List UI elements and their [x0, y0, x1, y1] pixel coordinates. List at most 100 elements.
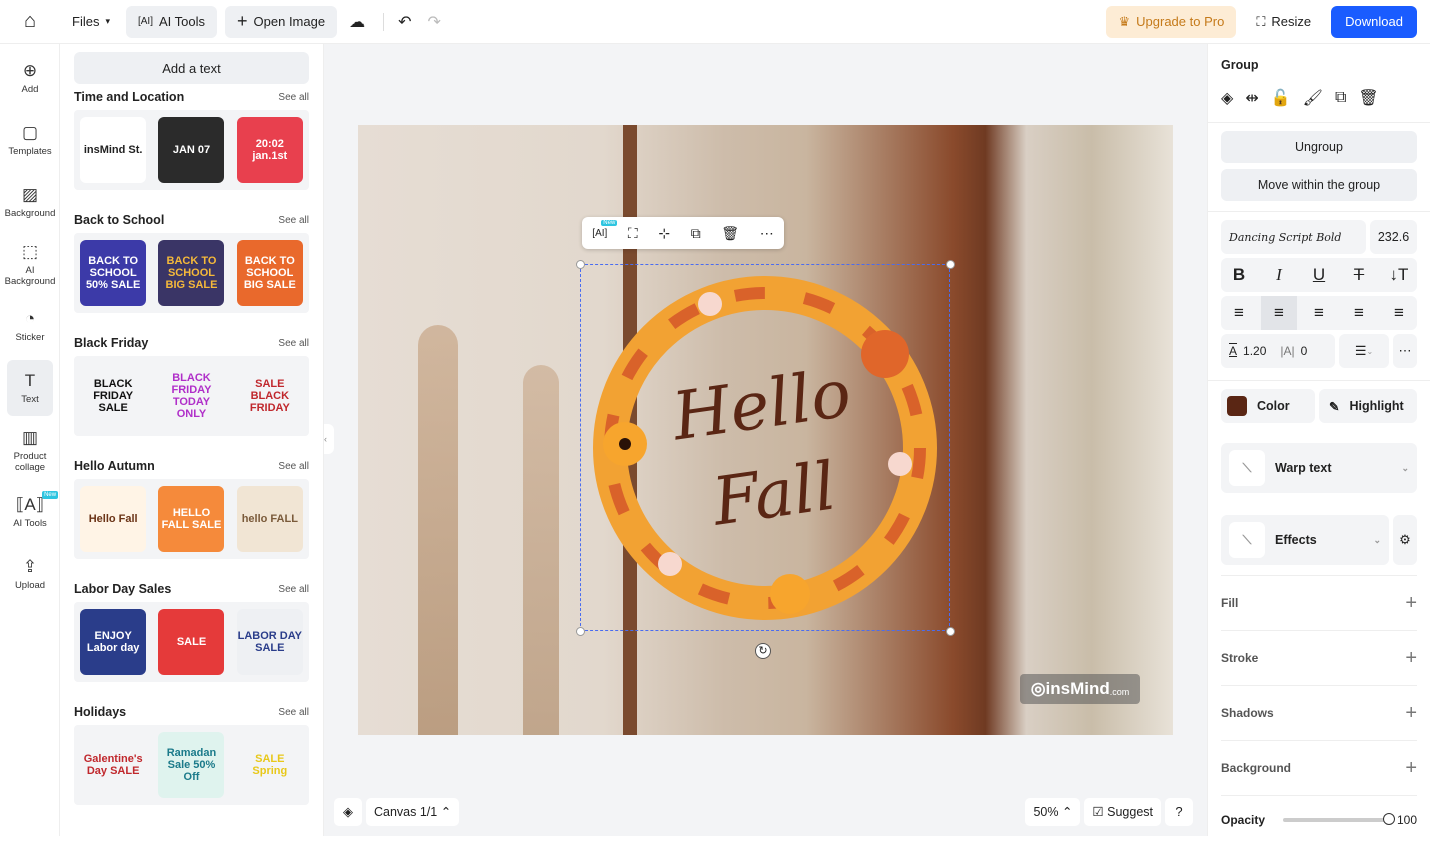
text-template-thumbnail[interactable]: HELLO FALL SALE [158, 486, 225, 552]
effects-select[interactable]: ⟍ Effects ⌄ [1221, 515, 1389, 565]
justify-icon[interactable]: ≡ [1341, 296, 1377, 330]
list-select[interactable]: ☰ ⌄ [1339, 334, 1389, 368]
text-template-thumbnail[interactable]: JAN 07 [158, 117, 225, 183]
delete-icon[interactable]: 🗑 [721, 225, 739, 242]
more-icon[interactable]: ⋯ [760, 225, 774, 242]
effects-settings-icon[interactable]: ⚙ [1393, 515, 1417, 565]
lock-icon[interactable]: 🔓 [1271, 88, 1291, 108]
vertical-text-icon[interactable]: ↓T [1381, 258, 1417, 292]
layers-icon[interactable]: ◈ [1221, 88, 1233, 108]
see-all-link[interactable]: See all [278, 461, 309, 472]
text-template-thumbnail[interactable]: Galentine's Day SALE [80, 732, 147, 798]
open-image-button[interactable]: + Open Image [225, 5, 338, 38]
text-template-thumbnail[interactable]: Ramadan Sale 50% Off [158, 732, 225, 798]
canvas-image[interactable]: Hello Fall ↻ [AI] New ⛶ ⊹ ⧉ 🗑 ⋯ ◎ insMind.… [358, 125, 1173, 735]
fill-section[interactable]: Fill + [1221, 575, 1417, 630]
layers-icon[interactable]: ◈ [334, 798, 362, 826]
text-template-thumbnail[interactable]: ENJOY Labor day [80, 609, 147, 675]
files-menu[interactable]: Files ▾ [60, 6, 122, 38]
see-all-link[interactable]: See all [278, 92, 309, 103]
rail-item-product-collage[interactable]: ▥ Product collage [7, 422, 53, 478]
upgrade-button[interactable]: ♛ Upgrade to Pro [1106, 5, 1237, 38]
add-fill-icon[interactable]: + [1405, 592, 1417, 615]
rail-item-ai-background[interactable]: ⬚ AI Background [5, 236, 56, 292]
strikethrough-icon[interactable]: T [1341, 258, 1377, 292]
font-family-select[interactable]: Dancing Script Bold [1221, 220, 1366, 254]
text-template-thumbnail[interactable]: hello FALL [236, 486, 303, 552]
duplicate-icon[interactable]: ⧉ [691, 225, 701, 242]
opacity-slider[interactable] [1283, 812, 1395, 825]
add-text-button[interactable]: Add a text [74, 52, 309, 84]
page-selector[interactable]: Canvas 1/1 ⌃ [366, 798, 460, 826]
text-template-thumbnail[interactable]: 20:02 jan.1st [236, 117, 303, 183]
text-template-thumbnail[interactable]: BLACK FRIDAY SALE [80, 363, 147, 429]
flip-icon[interactable]: ⇹ [1245, 88, 1258, 108]
text-template-thumbnail[interactable]: BACK TO SCHOOL BIG SALE [236, 240, 303, 306]
justify-all-icon[interactable]: ≡ [1381, 296, 1417, 330]
help-button[interactable]: ? [1165, 798, 1193, 826]
select-icon[interactable]: ⊹ [658, 225, 670, 242]
line-height-value[interactable]: 1.20 [1243, 344, 1266, 358]
highlight-button[interactable]: ✎ Highlight [1319, 389, 1417, 423]
align-center-icon[interactable]: ≡ [1261, 296, 1297, 330]
resize-handle[interactable] [576, 627, 585, 636]
resize-handle[interactable] [946, 627, 955, 636]
see-all-link[interactable]: See all [278, 215, 309, 226]
rail-item-sticker[interactable]: ◔ Sticker [7, 298, 53, 354]
opacity-slider-knob[interactable] [1382, 812, 1395, 825]
add-shadow-icon[interactable]: + [1405, 702, 1417, 725]
collapse-panel-handle[interactable]: ‹ [324, 424, 334, 454]
rail-item-upload[interactable]: ⇪ Upload [7, 546, 53, 602]
suggest-button[interactable]: ☑ Suggest [1084, 798, 1161, 826]
rail-item-ai-tools[interactable]: ⟦A⟧ New AI Tools [7, 484, 59, 540]
rotate-handle-icon[interactable]: ↻ [755, 643, 771, 659]
rail-item-add[interactable]: ⊕ Add [7, 50, 53, 106]
see-all-link[interactable]: See all [278, 584, 309, 595]
download-button[interactable]: Download [1331, 5, 1417, 38]
text-template-thumbnail[interactable]: SALE BLACK FRIDAY [236, 363, 303, 429]
ungroup-button[interactable]: Ungroup [1221, 131, 1417, 163]
rail-item-background[interactable]: ▨ Background [5, 174, 56, 230]
more-icon[interactable]: ⋯ [1393, 334, 1417, 368]
resize-handle[interactable] [946, 260, 955, 269]
italic-icon[interactable]: I [1261, 258, 1297, 292]
spacing-controls[interactable]: A 1.20 |A| 0 [1221, 334, 1335, 368]
home-icon[interactable]: ⌂ [0, 10, 60, 33]
bold-icon[interactable]: B [1221, 258, 1257, 292]
ai-edit-icon[interactable]: [AI] New [592, 219, 618, 239]
background-section[interactable]: Background + [1221, 740, 1417, 795]
format-painter-icon[interactable]: 🖌 [1303, 88, 1323, 108]
text-template-thumbnail[interactable]: Hello Fall [80, 486, 147, 552]
opacity-value[interactable]: 100 [1397, 813, 1417, 827]
underline-icon[interactable]: U [1301, 258, 1337, 292]
shadows-section[interactable]: Shadows + [1221, 685, 1417, 740]
color-button[interactable]: Color [1221, 389, 1315, 423]
undo-icon[interactable]: ↶ [390, 6, 419, 38]
rail-item-templates[interactable]: ▢ Templates [7, 112, 53, 168]
cloud-save-icon[interactable]: ☁ [337, 6, 377, 38]
text-template-thumbnail[interactable]: BACK TO SCHOOL BIG SALE [158, 240, 225, 306]
see-all-link[interactable]: See all [278, 707, 309, 718]
see-all-link[interactable]: See all [278, 338, 309, 349]
text-template-thumbnail[interactable]: SALE Spring [236, 732, 303, 798]
rail-item-text[interactable]: T Text [7, 360, 53, 416]
redo-icon[interactable]: ↷ [419, 6, 448, 38]
align-right-icon[interactable]: ≡ [1301, 296, 1337, 330]
selection-box[interactable] [580, 264, 950, 631]
zoom-selector[interactable]: 50% ⌃ [1025, 798, 1081, 826]
text-template-thumbnail[interactable]: BLACK FRIDAY TODAY ONLY [158, 363, 225, 429]
text-template-thumbnail[interactable]: SALE [158, 609, 225, 675]
resize-button[interactable]: ⛶ Resize [1244, 6, 1323, 38]
duplicate-icon[interactable]: ⧉ [1335, 89, 1346, 107]
stroke-section[interactable]: Stroke + [1221, 630, 1417, 685]
remove-bg-icon[interactable]: ⛶ [628, 225, 638, 242]
move-within-group-button[interactable]: Move within the group [1221, 169, 1417, 201]
warp-text-select[interactable]: ⟍ Warp text ⌄ [1221, 443, 1417, 493]
text-template-thumbnail[interactable]: LABOR DAY SALE [236, 609, 303, 675]
text-template-thumbnail[interactable]: BACK TO SCHOOL 50% SALE [80, 240, 147, 306]
ai-tools-button[interactable]: [AI] AI Tools [125, 5, 218, 38]
add-background-icon[interactable]: + [1405, 757, 1417, 780]
letter-spacing-value[interactable]: 0 [1301, 344, 1308, 358]
resize-handle[interactable] [576, 260, 585, 269]
add-stroke-icon[interactable]: + [1405, 647, 1417, 670]
